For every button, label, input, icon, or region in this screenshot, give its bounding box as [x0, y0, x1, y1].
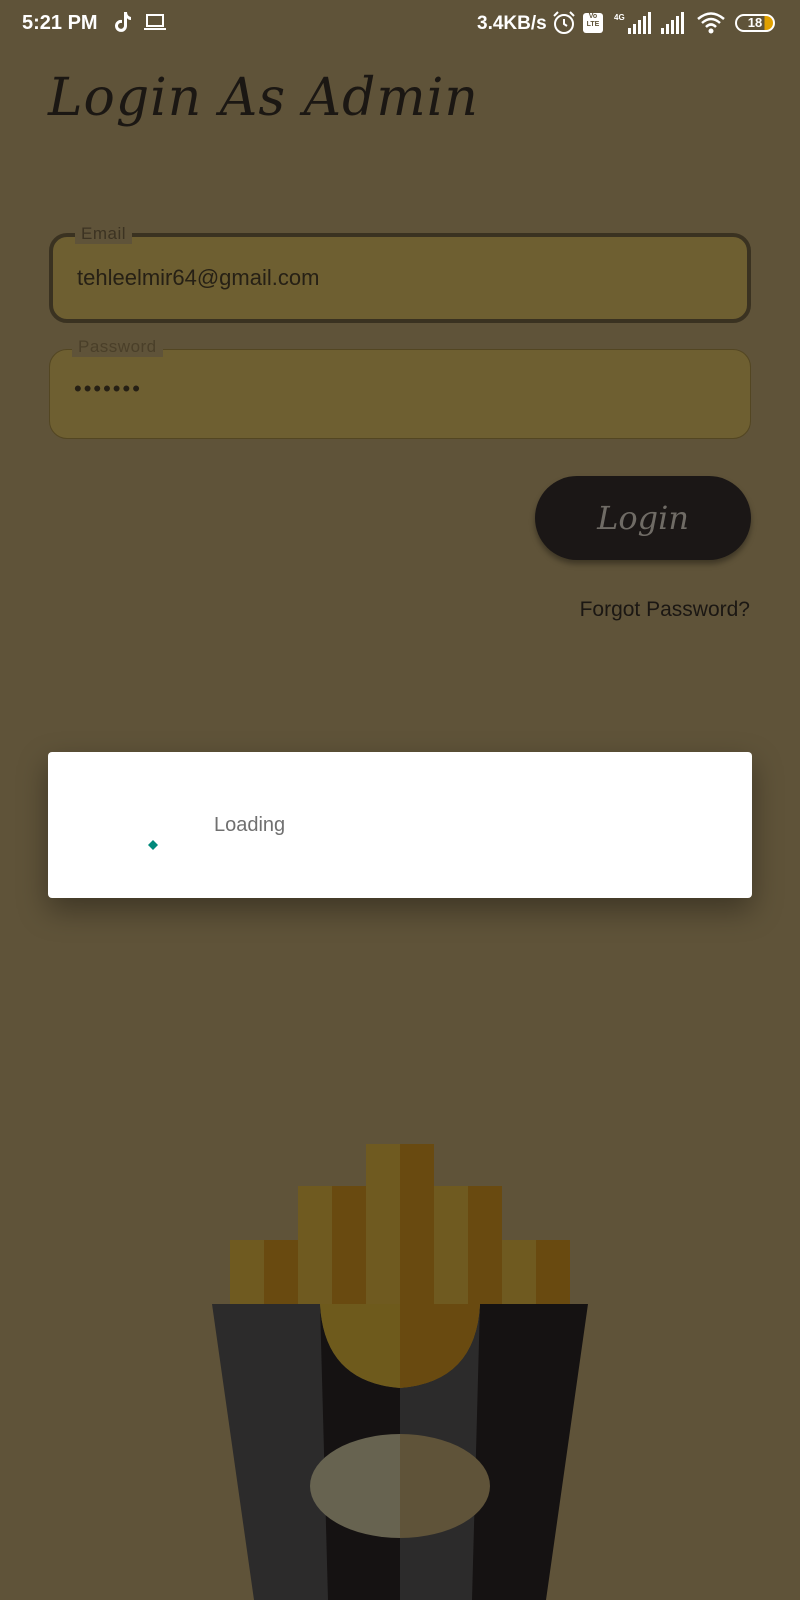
network-speed: 3.4KB/s	[477, 13, 547, 34]
signal-icon	[661, 12, 684, 34]
laptop-icon	[144, 14, 166, 30]
french-fries-illustration	[212, 1144, 588, 1600]
loading-spinner-icon	[148, 840, 158, 850]
password-label: Password	[72, 337, 163, 357]
wifi-icon	[697, 12, 725, 34]
status-time: 5:21 PM	[22, 12, 98, 34]
login-button[interactable]: Login	[535, 476, 751, 560]
battery-icon: 18	[735, 14, 775, 32]
forgot-password-link[interactable]: Forgot Password?	[580, 598, 750, 622]
tiktok-icon	[115, 12, 131, 32]
loading-dialog: Loading	[48, 752, 752, 898]
status-bar: 5:21 PM 3.4KB/s Vo LTE 4G 18	[0, 0, 800, 48]
alarm-icon	[553, 11, 575, 34]
email-input[interactable]: tehleelmir64@gmail.com	[77, 265, 319, 291]
email-label: Email	[75, 224, 133, 244]
email-field[interactable]: Email tehleelmir64@gmail.com	[49, 224, 751, 323]
volte-icon: Vo LTE	[583, 13, 603, 33]
password-field[interactable]: Password •••••••	[49, 337, 751, 439]
network-type: 4G	[614, 13, 625, 22]
signal-icon: 4G	[614, 12, 651, 34]
loading-text: Loading	[214, 814, 286, 836]
password-input[interactable]: •••••••	[74, 376, 142, 402]
page-title: Login As Admin	[48, 68, 479, 128]
